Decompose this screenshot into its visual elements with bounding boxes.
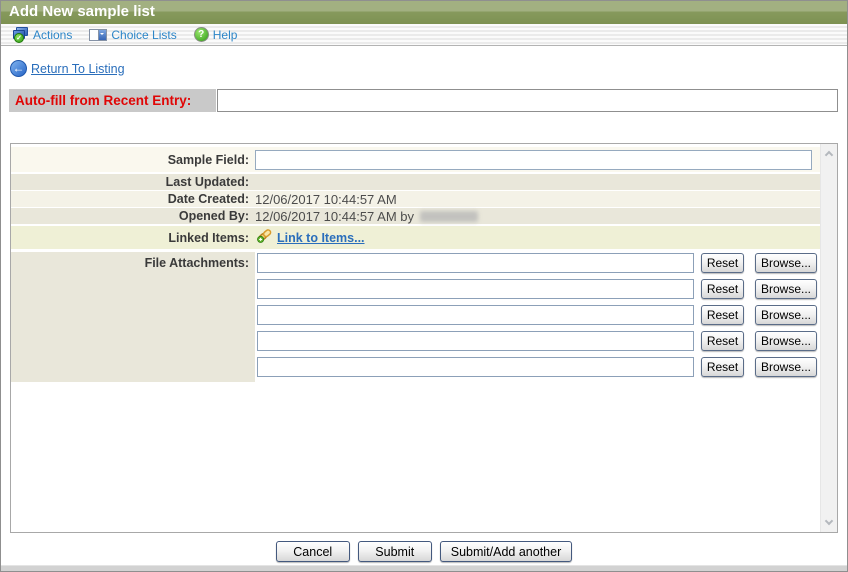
sample-field-row: Sample Field: [11, 147, 820, 172]
page-title: Add New sample list [1, 1, 847, 24]
choice-lists-button[interactable]: Choice Lists [89, 27, 177, 42]
reset-button-2[interactable]: Reset [701, 279, 744, 299]
browse-button-3[interactable]: Browse... [755, 305, 817, 325]
last-updated-label: Last Updated: [165, 175, 249, 189]
opened-by-value: 12/06/2017 10:44:57 AM by [255, 208, 415, 224]
redacted-username [420, 210, 479, 222]
opened-by-label: Opened By: [178, 209, 249, 223]
reset-button-3[interactable]: Reset [701, 305, 744, 325]
opened-by-row: Opened By: 12/06/2017 10:44:57 AM by [11, 208, 820, 224]
link-to-items-link[interactable]: Link to Items... [277, 231, 365, 245]
file-attachment-row: Reset Browse... [257, 305, 817, 325]
browse-button-5[interactable]: Browse... [755, 357, 817, 377]
window-bottom-strip [1, 565, 847, 571]
actions-icon: ✓ [12, 26, 29, 43]
choice-lists-label: Choice Lists [111, 27, 177, 42]
return-to-listing-label: Return To Listing [31, 61, 125, 76]
help-label: Help [212, 27, 238, 42]
autofill-input[interactable] [217, 89, 838, 112]
file-attachments-list: Reset Browse... Reset Browse... Reset Br… [255, 252, 817, 377]
file-attachments-row: File Attachments: Reset Browse... Reset … [11, 252, 820, 382]
file-attachment-row: Reset Browse... [257, 253, 817, 273]
reset-button-5[interactable]: Reset [701, 357, 744, 377]
browse-button-2[interactable]: Browse... [755, 279, 817, 299]
browse-button-1[interactable]: Browse... [755, 253, 817, 273]
submit-button[interactable]: Submit [357, 541, 432, 562]
help-icon: ? [193, 27, 209, 42]
file-attachments-label: File Attachments: [11, 252, 255, 382]
browse-button-4[interactable]: Browse... [755, 331, 817, 351]
choice-lists-icon [89, 28, 108, 41]
return-to-listing-link[interactable]: ← Return To Listing [10, 60, 125, 77]
vertical-scrollbar[interactable] [820, 144, 837, 532]
form-panel: Sample Field: Last Updated: Date Created… [10, 143, 838, 533]
linked-items-label: Linked Items: [168, 230, 249, 245]
linked-items-row: Linked Items: Link to Items... [11, 226, 820, 249]
date-created-row: Date Created: 12/06/2017 10:44:57 AM [11, 191, 820, 207]
sample-field-label: Sample Field: [167, 152, 249, 167]
back-arrow-icon: ← [10, 60, 27, 77]
file-attachment-input-1[interactable] [257, 253, 694, 273]
submit-add-another-button[interactable]: Submit/Add another [439, 541, 573, 562]
footer-button-bar: Cancel Submit Submit/Add another [1, 541, 847, 562]
file-attachment-row: Reset Browse... [257, 331, 817, 351]
link-to-items-icon [257, 227, 273, 248]
actions-label: Actions [33, 27, 73, 42]
add-new-sample-list-window: Add New sample list ✓ Actions Choice Lis… [0, 0, 848, 572]
file-attachment-row: Reset Browse... [257, 279, 817, 299]
autofill-label: Auto-fill from Recent Entry: [9, 89, 216, 112]
cancel-button[interactable]: Cancel [275, 541, 350, 562]
file-attachment-row: Reset Browse... [257, 357, 817, 377]
reset-button-4[interactable]: Reset [701, 331, 744, 351]
toolbar: ✓ Actions Choice Lists ? Help [1, 24, 847, 46]
file-attachment-input-4[interactable] [257, 331, 694, 351]
last-updated-row: Last Updated: [11, 174, 820, 190]
scroll-up-icon[interactable] [824, 150, 834, 160]
sample-field-input[interactable] [255, 149, 812, 170]
file-attachment-input-5[interactable] [257, 357, 694, 377]
form-scroll-area: Sample Field: Last Updated: Date Created… [11, 144, 820, 532]
reset-button-1[interactable]: Reset [701, 253, 744, 273]
actions-menu-button[interactable]: ✓ Actions [12, 26, 73, 43]
file-attachment-input-2[interactable] [257, 279, 694, 299]
scroll-down-icon[interactable] [824, 516, 834, 526]
file-attachment-input-3[interactable] [257, 305, 694, 325]
help-button[interactable]: ? Help [193, 27, 238, 42]
date-created-label: Date Created: [167, 192, 249, 206]
date-created-value: 12/06/2017 10:44:57 AM [255, 191, 397, 207]
